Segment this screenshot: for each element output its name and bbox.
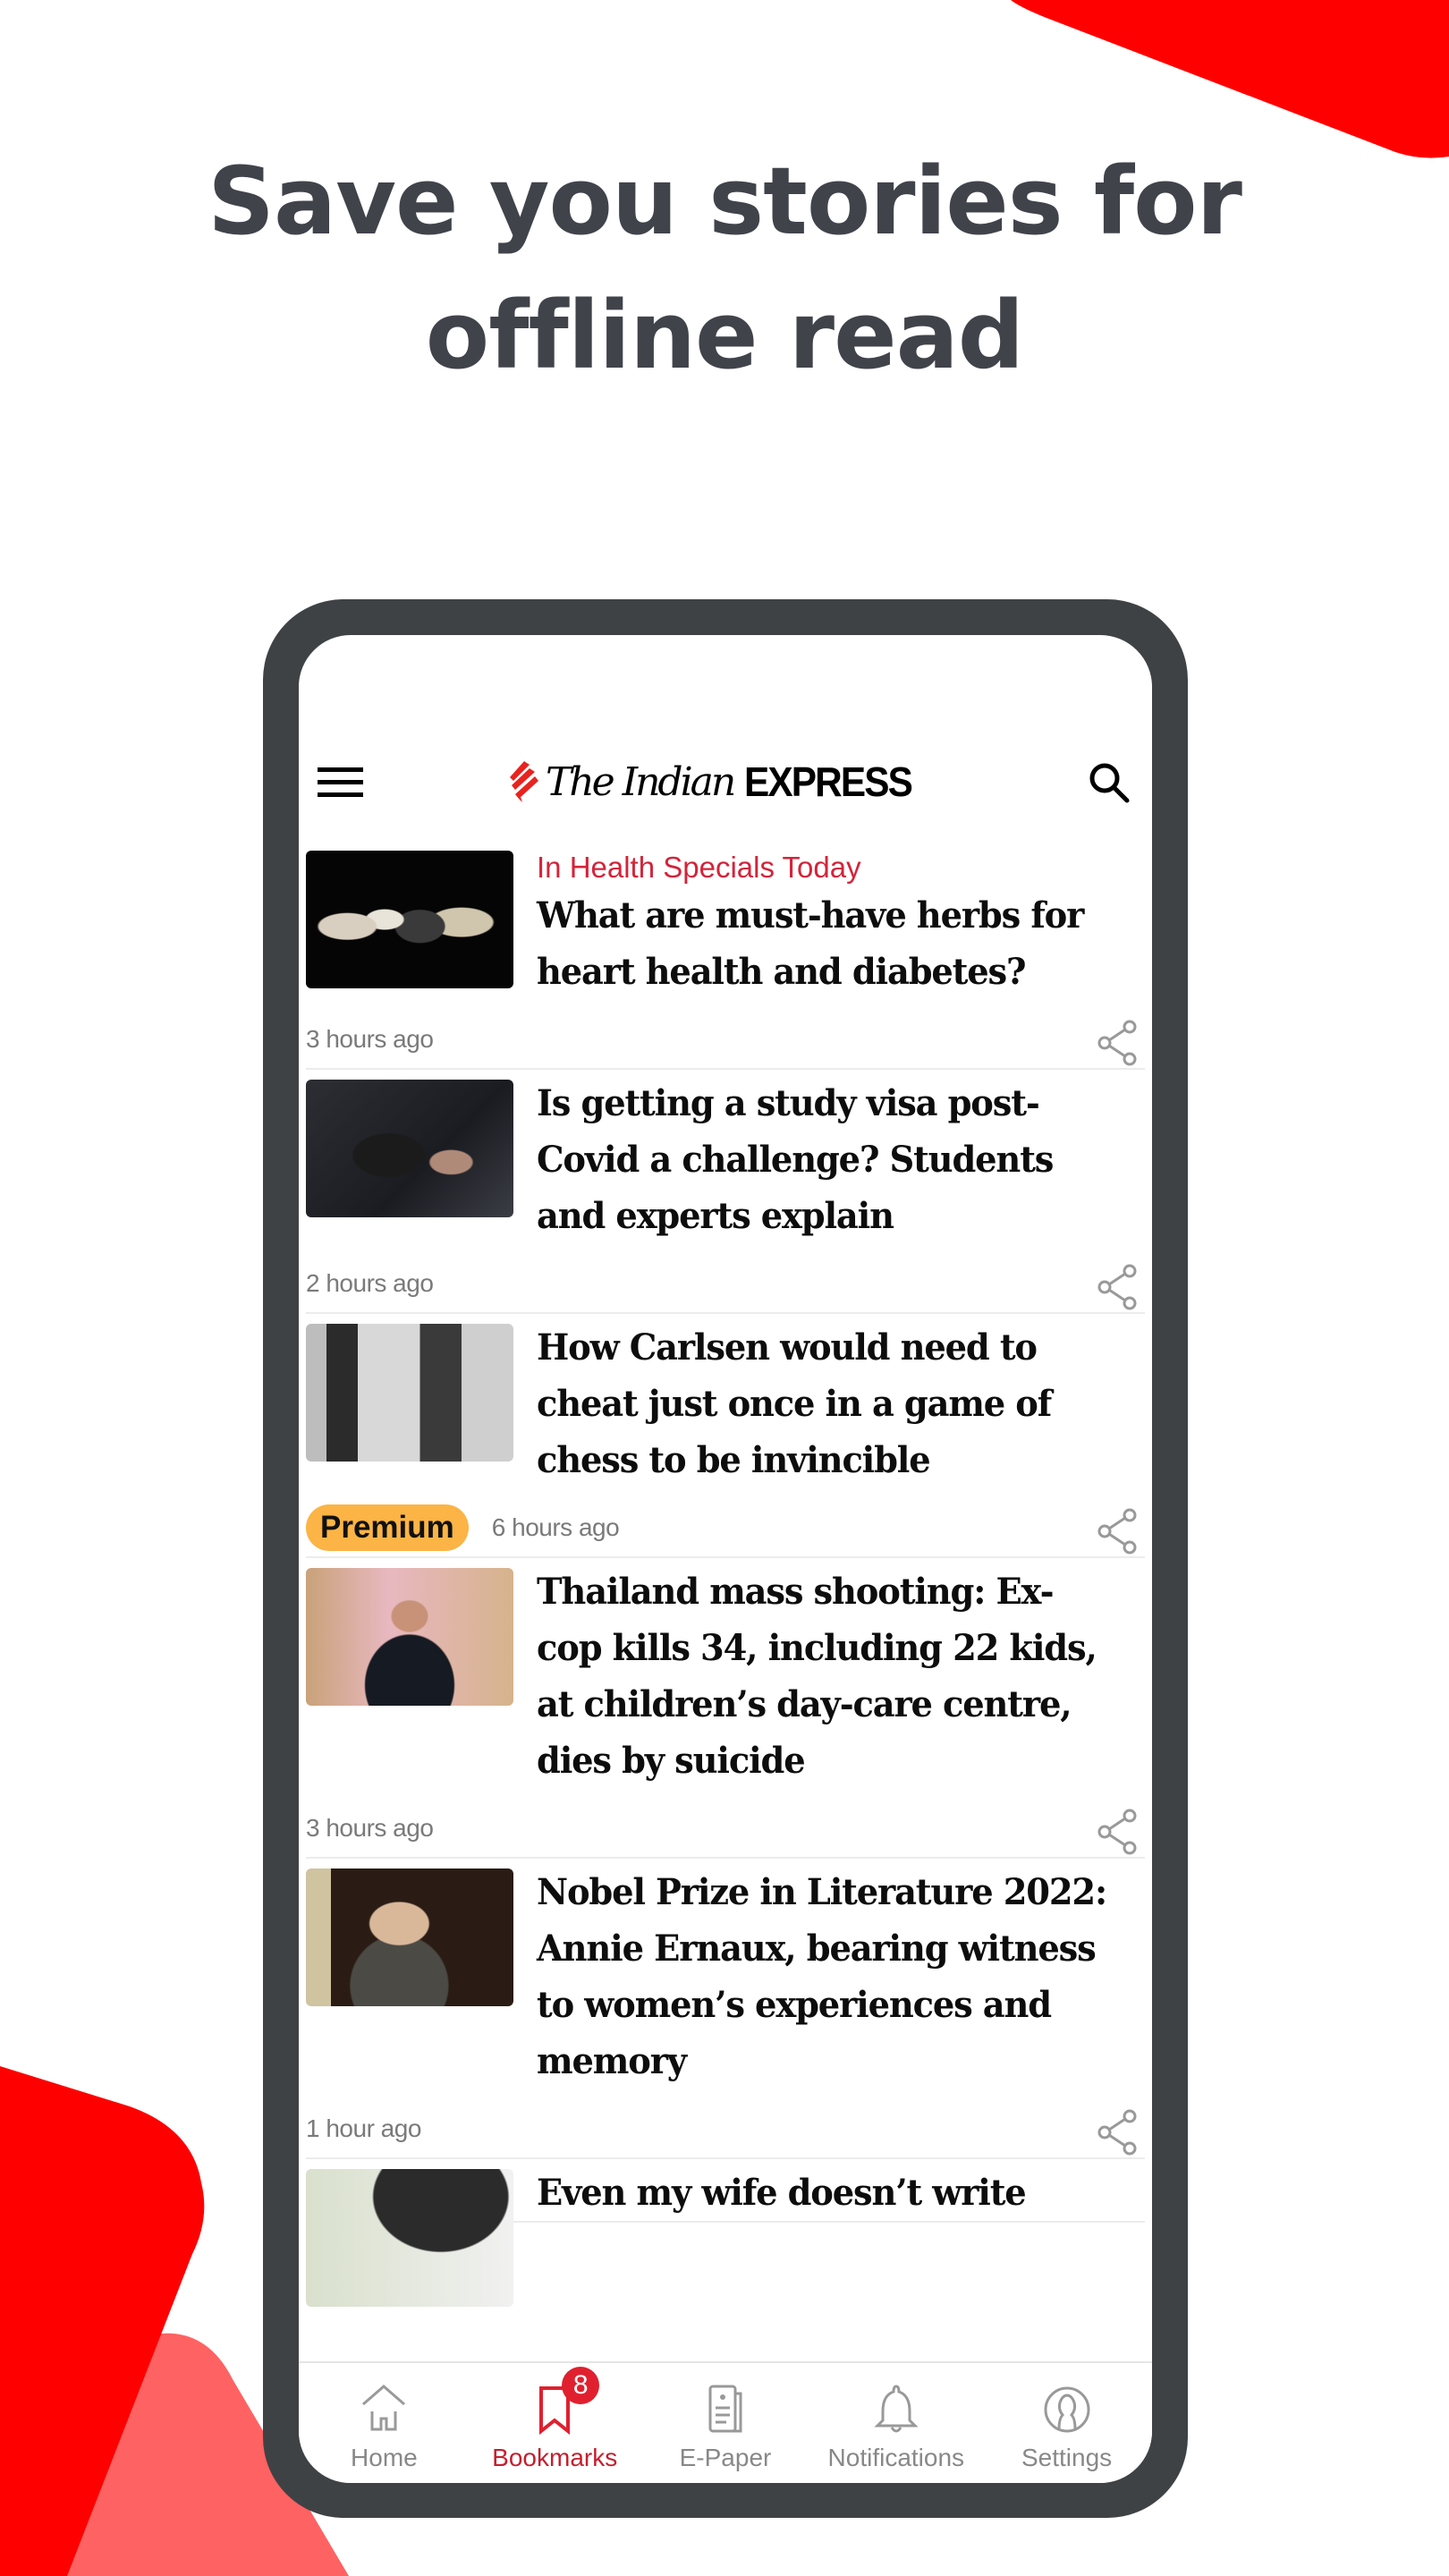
- bookmark-count-badge: 8: [562, 2367, 600, 2404]
- promo-title-line-1: Save you stories for: [208, 147, 1242, 256]
- promo-title: Save you stories for offline read: [0, 134, 1449, 402]
- bottom-nav: Home 8 Bookmarks E-Paper Notifications Settin…: [299, 2361, 1152, 2483]
- article-category[interactable]: In Health Specials Today: [537, 848, 1136, 887]
- nav-label: Bookmarks: [492, 2444, 618, 2471]
- article-body: Even my wife doesn’t write: [537, 2159, 1145, 2221]
- annie-ernaux-image[interactable]: [306, 1868, 513, 2006]
- chess-players-image[interactable]: [306, 1324, 513, 1462]
- article-meta: Premium 6 hours ago: [306, 1499, 1145, 1556]
- nav-label: Settings: [1021, 2444, 1113, 2471]
- nav-label: Home: [351, 2444, 418, 2471]
- article-meta: 1 hour ago: [306, 2100, 1145, 2157]
- article-time: 6 hours ago: [491, 1513, 620, 1541]
- article-time: 1 hour ago: [306, 2114, 421, 2142]
- article-time: 2 hours ago: [306, 1269, 434, 1297]
- article-body: Is getting a study visa post-Covid a cha…: [537, 1070, 1145, 1244]
- share-icon[interactable]: [1097, 1264, 1138, 1310]
- article-time: 3 hours ago: [306, 1814, 434, 1842]
- tea-bags-image[interactable]: [306, 851, 513, 988]
- article-title[interactable]: Even my wife doesn’t write: [537, 2165, 1112, 2221]
- hamburger-icon[interactable]: [318, 767, 363, 798]
- article-feed[interactable]: In Health Specials Today What are must-ha…: [299, 841, 1152, 2307]
- logo-text-sans: EXPRESS: [744, 758, 913, 805]
- search-icon[interactable]: [1086, 760, 1132, 807]
- article-meta: 3 hours ago: [306, 1011, 1145, 1068]
- article-card[interactable]: How Carlsen would need to cheat just onc…: [306, 1314, 1145, 1558]
- umbrella-image[interactable]: [306, 2169, 513, 2307]
- nav-item-home[interactable]: Home: [299, 2363, 470, 2483]
- bell-icon: [872, 2383, 920, 2436]
- passport-image[interactable]: [306, 1080, 513, 1217]
- app-logo: The Indian EXPRESS: [506, 758, 927, 805]
- settings-icon: [1043, 2383, 1091, 2436]
- article-body: How Carlsen would need to cheat just onc…: [537, 1314, 1145, 1488]
- article-body: Nobel Prize in Literature 2022: Annie Er…: [537, 1859, 1145, 2089]
- article-card[interactable]: Even my wife doesn’t write: [306, 2159, 1145, 2307]
- article-title[interactable]: Is getting a study visa post-Covid a cha…: [537, 1075, 1112, 1244]
- article-card[interactable]: Thailand mass shooting: Ex-cop kills 34,…: [306, 1558, 1145, 1859]
- article-title[interactable]: What are must-have herbs for heart healt…: [537, 887, 1112, 1000]
- article-card[interactable]: In Health Specials Today What are must-ha…: [306, 841, 1145, 1070]
- article-time: 3 hours ago: [306, 1025, 434, 1053]
- article-title[interactable]: Nobel Prize in Literature 2022: Annie Er…: [537, 1864, 1112, 2089]
- share-icon[interactable]: [1097, 1020, 1138, 1066]
- promo-title-line-2: offline read: [425, 281, 1024, 390]
- thai-police-image[interactable]: [306, 1568, 513, 1706]
- epaper-icon: [701, 2383, 750, 2436]
- home-icon: [360, 2383, 408, 2436]
- share-icon[interactable]: [1097, 2109, 1138, 2156]
- app-header: The Indian EXPRESS: [299, 635, 1152, 834]
- article-meta: 3 hours ago: [306, 1800, 1145, 1857]
- nav-item-bookmarks[interactable]: 8 Bookmarks: [470, 2363, 640, 2483]
- nav-item-settings[interactable]: Settings: [981, 2363, 1152, 2483]
- share-icon[interactable]: [1097, 1508, 1138, 1555]
- article-card[interactable]: Nobel Prize in Literature 2022: Annie Er…: [306, 1859, 1145, 2159]
- nav-item-notifications[interactable]: Notifications: [810, 2363, 981, 2483]
- nav-label: Notifications: [827, 2444, 965, 2471]
- nav-item-e-paper[interactable]: E-Paper: [640, 2363, 811, 2483]
- app-screen: The Indian EXPRESS In Health Specials To…: [299, 635, 1152, 2483]
- article-body: In Health Specials Today What are must-ha…: [537, 841, 1145, 1000]
- share-icon[interactable]: [1097, 1809, 1138, 1855]
- article-title[interactable]: Thailand mass shooting: Ex-cop kills 34,…: [537, 1563, 1112, 1789]
- premium-badge: Premium: [306, 1504, 469, 1551]
- article-meta: 2 hours ago: [306, 1255, 1145, 1312]
- logo-mark-icon: [510, 761, 538, 802]
- article-title[interactable]: How Carlsen would need to cheat just onc…: [537, 1319, 1112, 1488]
- article-card[interactable]: Is getting a study visa post-Covid a cha…: [306, 1070, 1145, 1314]
- article-body: Thailand mass shooting: Ex-cop kills 34,…: [537, 1558, 1145, 1789]
- logo-text-serif: The Indian: [546, 758, 736, 805]
- nav-label: E-Paper: [679, 2444, 772, 2471]
